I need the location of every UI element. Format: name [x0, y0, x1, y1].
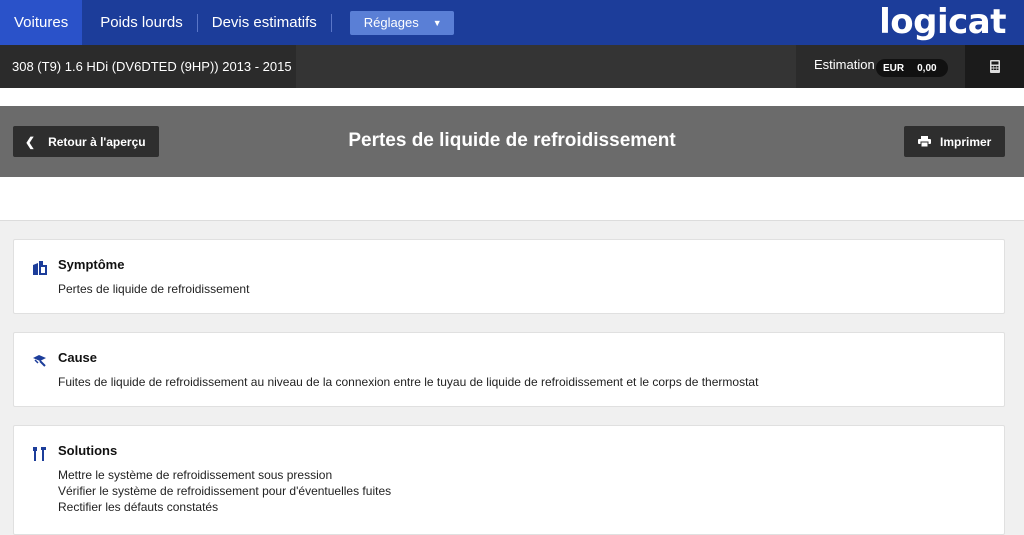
nav-item-voitures[interactable]: Voitures	[0, 0, 83, 45]
nav-item-label: Voitures	[14, 14, 69, 31]
logicat-logo: logicat	[879, 2, 1006, 42]
nav-item-label: Devis estimatifs	[211, 14, 317, 31]
solutions-title: Solutions	[58, 443, 118, 458]
calculator-button[interactable]	[965, 45, 1024, 88]
solutions-list: Mettre le système de refroidissement sou…	[58, 467, 391, 515]
vehicle-bar-strip	[296, 45, 796, 88]
estimation-label: Estimation	[814, 57, 875, 72]
calculator-icon	[989, 60, 1000, 73]
flag-icon	[33, 355, 46, 367]
tools-icon	[33, 447, 46, 461]
cause-title: Cause	[58, 350, 98, 365]
solution-item: Rectifier les défauts constatés	[58, 500, 219, 514]
vehicle-bar: 308 (T9) 1.6 HDi (DV6DTED (9HP)) 2013 - …	[0, 45, 1024, 88]
top-navbar: Voitures Poids lourds Devis estimatifs R…	[0, 0, 1024, 45]
symptom-title: Symptôme	[58, 257, 125, 272]
cause-card: Cause Fuites de liquide de refroidisseme…	[13, 332, 1005, 407]
spacer	[0, 88, 1024, 106]
nav-item-devis-estimatifs[interactable]: Devis estimatifs	[198, 0, 331, 45]
nav-item-poids-lourds[interactable]: Poids lourds	[86, 0, 197, 45]
estimation-currency: EUR	[883, 62, 905, 74]
solution-item: Mettre le système de refroidissement sou…	[58, 468, 333, 482]
settings-dropdown[interactable]: Réglages ▼	[349, 10, 454, 35]
estimation-amount-badge: EUR 0,00	[876, 59, 948, 77]
page-header: ❮ Retour à l'aperçu Pertes de liquide de…	[0, 106, 1024, 177]
estimation-amount: 0,00	[917, 62, 937, 74]
vehicle-name: 308 (T9) 1.6 HDi (DV6DTED (9HP)) 2013 - …	[12, 59, 292, 74]
page-title: Pertes de liquide de refroidissement	[348, 130, 676, 151]
settings-label: Réglages	[363, 15, 419, 30]
solution-item: Vérifier le système de refroidissement p…	[58, 484, 392, 498]
symptom-card: Symptôme Pertes de liquide de refroidiss…	[13, 239, 1005, 314]
print-button-label: Imprimer	[940, 134, 992, 149]
nav-item-label: Poids lourds	[100, 14, 183, 31]
subheader-band	[0, 177, 1024, 221]
symptom-text: Pertes de liquide de refroidissement	[58, 282, 250, 296]
caret-down-icon: ▼	[432, 17, 442, 28]
printer-icon	[918, 136, 931, 147]
solutions-card: Solutions Mettre le système de refroidis…	[13, 425, 1005, 535]
nav-divider	[330, 13, 332, 32]
cause-text: Fuites de liquide de refroidissement au …	[58, 375, 759, 389]
print-button[interactable]: Imprimer	[904, 126, 1005, 157]
symptom-icon	[33, 261, 47, 275]
